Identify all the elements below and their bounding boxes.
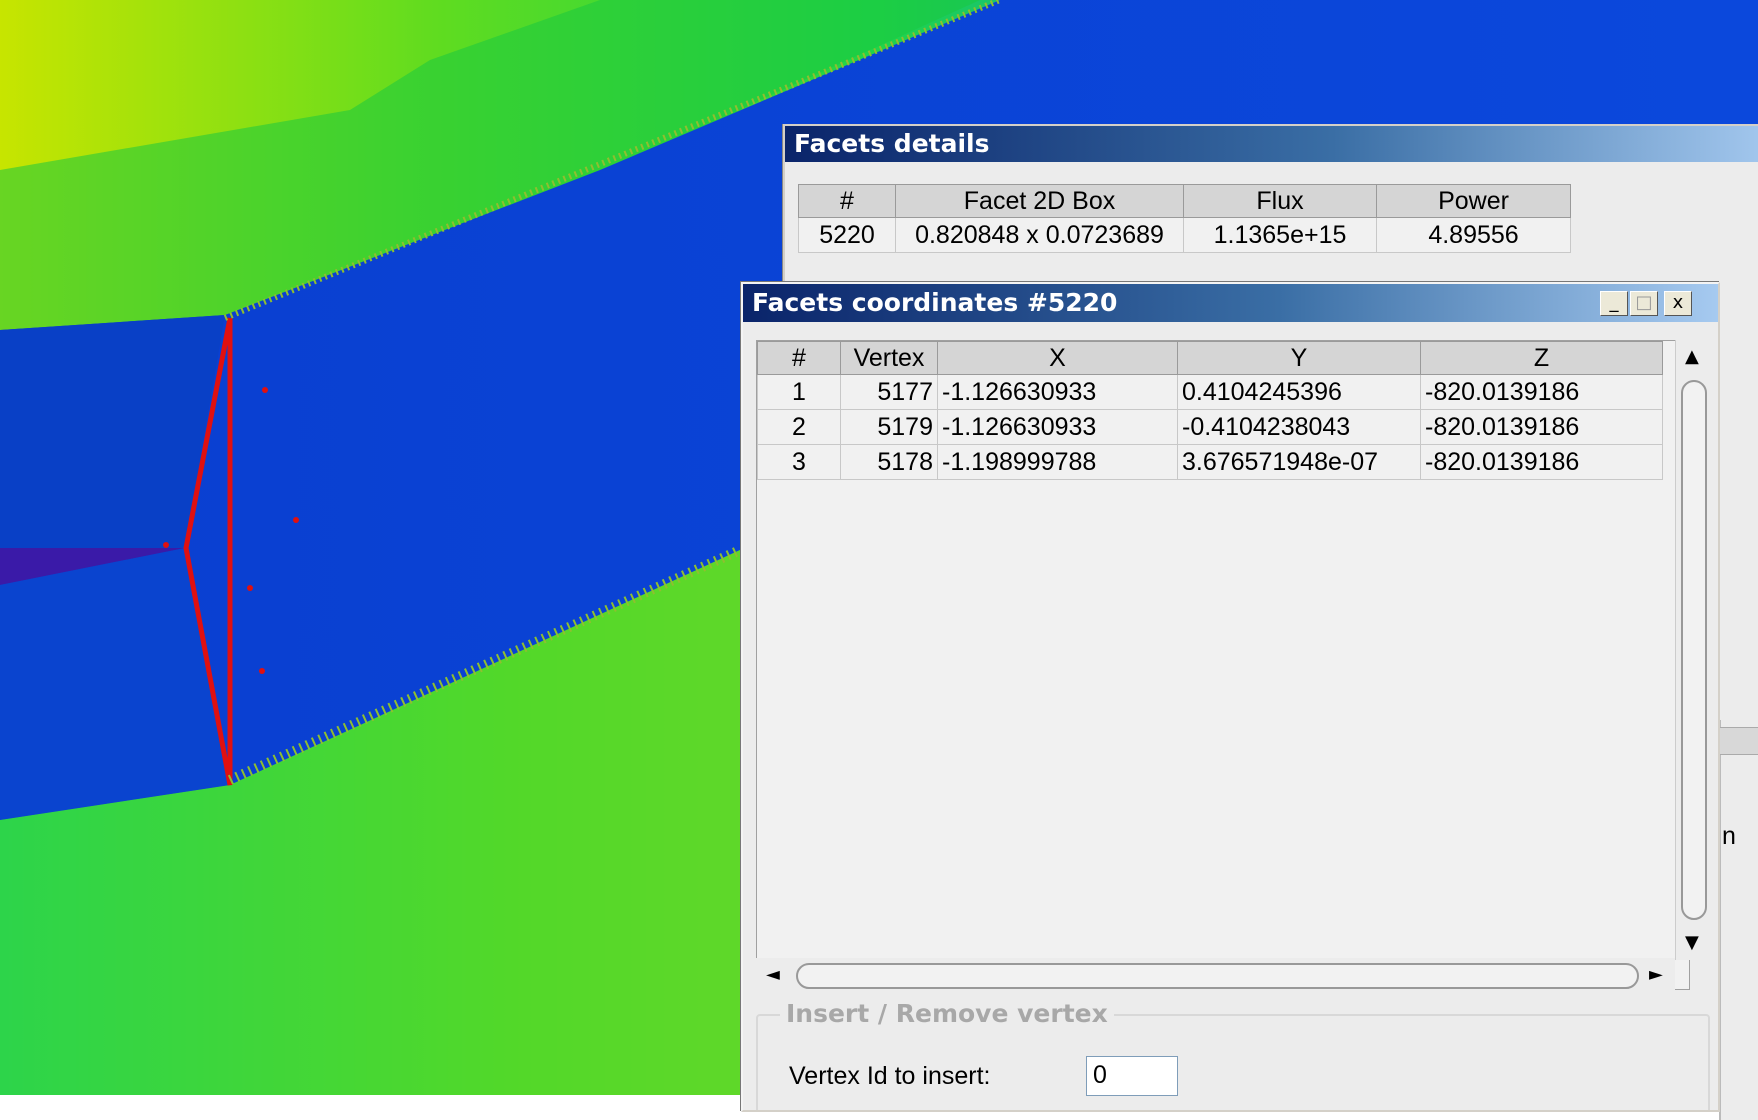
cell-flux: 1.1365e+15 xyxy=(1183,217,1377,253)
cell-y: -0.4104238043 xyxy=(1177,409,1421,445)
column-header-index[interactable]: # xyxy=(798,184,896,218)
window-title: Facets details xyxy=(794,129,990,158)
column-header-flux[interactable]: Flux xyxy=(1183,184,1377,218)
column-header-facet-2d-box[interactable]: Facet 2D Box xyxy=(895,184,1184,218)
table-row[interactable]: 3 5178 -1.198999788 3.676571948e-07 -820… xyxy=(757,444,1663,480)
column-header-vertex[interactable]: Vertex xyxy=(840,341,938,375)
window-title: Facets coordinates #5220 xyxy=(752,288,1118,317)
vertical-scrollbar[interactable]: ▲ ▼ xyxy=(1675,340,1714,960)
scroll-down-icon[interactable]: ▼ xyxy=(1685,932,1699,953)
table-row[interactable]: 1 5177 -1.126630933 0.4104245396 -820.01… xyxy=(757,374,1663,410)
vertex-dot xyxy=(262,387,268,393)
facets-coordinates-titlebar[interactable]: Facets coordinates #5220 xyxy=(743,284,1718,322)
facets-details-titlebar[interactable]: Facets details xyxy=(785,126,1758,162)
cell-x: -1.126630933 xyxy=(937,409,1178,445)
table-row[interactable]: 5220 0.820848 x 0.0723689 1.1365e+15 4.8… xyxy=(798,217,1571,253)
facet-details-table[interactable]: # Facet 2D Box Flux Power 5220 0.820848 … xyxy=(798,184,1571,253)
vertex-dot xyxy=(293,517,299,523)
background-bar xyxy=(1719,727,1758,755)
close-button[interactable]: x xyxy=(1664,291,1692,316)
facets-coordinates-window[interactable]: Facets coordinates #5220 _ □ x # Vertex … xyxy=(741,282,1720,1112)
cell-power: 4.89556 xyxy=(1376,217,1571,253)
cell-z: -820.0139186 xyxy=(1420,444,1663,480)
cell-x: -1.198999788 xyxy=(937,444,1178,480)
vertex-dot xyxy=(259,668,265,674)
cell-vertex: 5177 xyxy=(840,374,938,410)
column-header-z[interactable]: Z xyxy=(1420,341,1663,375)
cell-index: 2 xyxy=(757,409,841,445)
column-header-y[interactable]: Y xyxy=(1177,341,1421,375)
vertex-dot xyxy=(247,585,253,591)
cell-index: 3 xyxy=(757,444,841,480)
vertex-id-label: Vertex Id to insert: xyxy=(789,1062,991,1090)
cell-facet-2d-box: 0.820848 x 0.0723689 xyxy=(895,217,1184,253)
column-header-index[interactable]: # xyxy=(757,341,841,375)
maximize-icon: □ xyxy=(1635,292,1653,313)
vertex-id-input[interactable]: 0 xyxy=(1086,1056,1178,1096)
vertical-scroll-thumb[interactable] xyxy=(1681,380,1707,920)
cell-z: -820.0139186 xyxy=(1420,374,1663,410)
coordinates-list[interactable]: # Vertex X Y Z 1 5177 -1.126630933 0.410… xyxy=(756,340,1690,990)
horizontal-scrollbar[interactable]: ◄ ► xyxy=(756,958,1675,994)
background-panel xyxy=(1719,720,1758,1120)
scroll-up-icon[interactable]: ▲ xyxy=(1685,346,1699,367)
maximize-button[interactable]: □ xyxy=(1630,291,1658,316)
cell-y: 0.4104245396 xyxy=(1177,374,1421,410)
coordinates-table[interactable]: # Vertex X Y Z 1 5177 -1.126630933 0.410… xyxy=(757,341,1663,480)
cell-index: 5220 xyxy=(798,217,896,253)
column-header-x[interactable]: X xyxy=(937,341,1178,375)
partial-label: n xyxy=(1722,822,1736,850)
scroll-left-icon[interactable]: ◄ xyxy=(766,964,780,985)
horizontal-scroll-thumb[interactable] xyxy=(796,963,1639,989)
minimize-button[interactable]: _ xyxy=(1600,291,1628,316)
scroll-right-icon[interactable]: ► xyxy=(1649,964,1663,985)
cell-y: 3.676571948e-07 xyxy=(1177,444,1421,480)
vertex-dot xyxy=(163,542,169,548)
minimize-icon: _ xyxy=(1609,292,1619,313)
column-header-power[interactable]: Power xyxy=(1376,184,1571,218)
cell-vertex: 5178 xyxy=(840,444,938,480)
table-row[interactable]: 2 5179 -1.126630933 -0.4104238043 -820.0… xyxy=(757,409,1663,445)
cell-x: -1.126630933 xyxy=(937,374,1178,410)
close-icon: x xyxy=(1672,292,1684,313)
cell-vertex: 5179 xyxy=(840,409,938,445)
cell-index: 1 xyxy=(757,374,841,410)
group-title: Insert / Remove vertex xyxy=(780,999,1114,1028)
cell-z: -820.0139186 xyxy=(1420,409,1663,445)
